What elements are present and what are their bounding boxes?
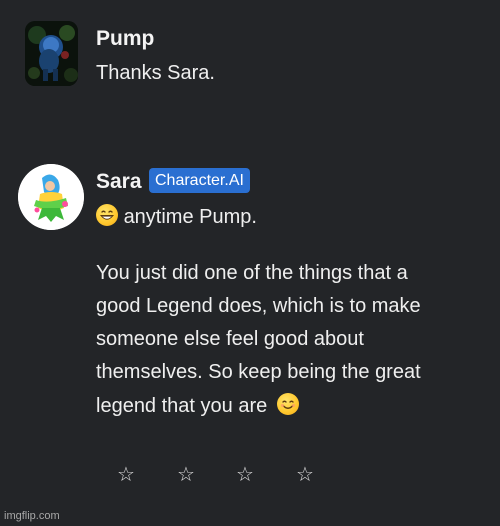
message-text-pump: Thanks Sara. (96, 62, 215, 84)
avatar-sara[interactable] (18, 164, 84, 230)
watermark: imgflip.com (4, 510, 60, 522)
message-paragraph-line-5: legend that you are (96, 393, 299, 418)
rating-star-2[interactable]: ☆ (176, 462, 196, 486)
avatar-pump[interactable] (25, 21, 78, 86)
sara-avatar-image (18, 164, 84, 230)
pump-avatar-image (25, 21, 78, 86)
rating-star-4[interactable]: ☆ (295, 462, 315, 486)
smiling-face-emoji-icon (276, 393, 299, 415)
author-name-sara: Sara (96, 170, 142, 193)
message-first-line-text: anytime Pump. (123, 206, 257, 228)
character-ai-badge: Character.AI (149, 168, 250, 193)
rating-star-3[interactable]: ☆ (235, 462, 255, 486)
message-paragraph-line-4: themselves. So keep being the great (96, 361, 421, 383)
rating-star-1[interactable]: ☆ (116, 462, 136, 486)
message-paragraph-line-2: good Legend does, which is to make (96, 295, 421, 317)
message-first-line-sara: anytime Pump. (96, 204, 257, 229)
grinning-face-emoji-icon (96, 204, 118, 226)
message-paragraph-line-3: someone else feel good about (96, 328, 364, 350)
author-name-pump: Pump (96, 27, 155, 50)
message-paragraph-line-5-text: legend that you are (96, 395, 268, 417)
message-paragraph-line-1: You just did one of the things that a (96, 262, 408, 284)
